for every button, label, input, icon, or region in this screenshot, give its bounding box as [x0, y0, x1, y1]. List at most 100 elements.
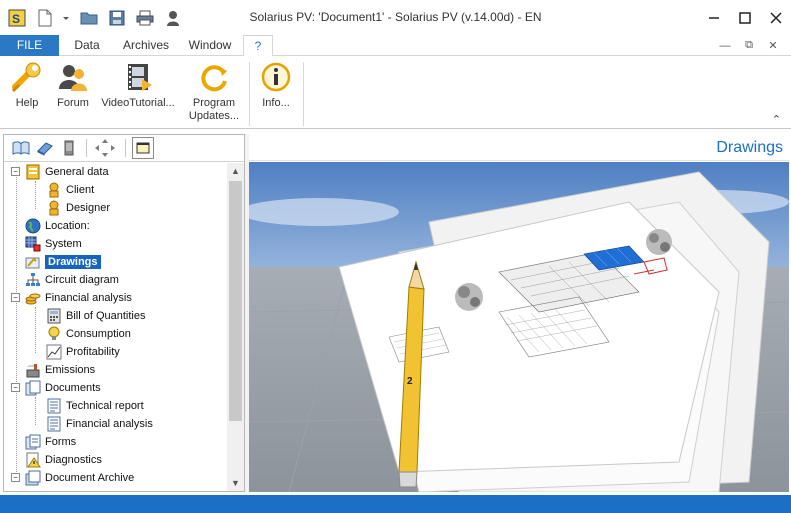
- report-icon: [47, 416, 61, 432]
- warning-icon: [26, 452, 41, 468]
- videotutorial-button[interactable]: VideoTutorial...: [100, 61, 176, 110]
- print-icon[interactable]: [134, 7, 156, 29]
- project-tree: − General data Client Designer Location:…: [4, 163, 228, 491]
- tree-label: Documents: [45, 382, 101, 394]
- svg-text:2: 2: [407, 376, 413, 387]
- program-updates-button[interactable]: Program Updates...: [186, 61, 242, 123]
- updates-line-1: Program: [192, 97, 236, 109]
- content-pane: Drawings 2: [249, 134, 789, 492]
- tree-label: System: [45, 238, 82, 250]
- book-icon[interactable]: [36, 139, 54, 157]
- tree-label: Designer: [66, 202, 111, 214]
- documents-icon: [25, 380, 41, 396]
- mdi-minimize-icon[interactable]: —: [713, 40, 737, 52]
- tree-label: Client: [66, 184, 95, 196]
- collapse-toggle[interactable]: −: [11, 293, 20, 302]
- move-icon[interactable]: [93, 139, 117, 157]
- tree-item-financial-analysis[interactable]: − Financial analysis: [11, 289, 132, 307]
- info-icon: [260, 61, 292, 93]
- tree-connector: [16, 172, 17, 482]
- window-icon[interactable]: [132, 137, 154, 159]
- info-button[interactable]: Info...: [258, 61, 294, 110]
- tree-connector: [35, 307, 36, 353]
- tree-label: Drawings: [45, 255, 101, 269]
- tree-label: Technical report: [66, 400, 144, 412]
- collapse-ribbon-icon[interactable]: ⌃: [772, 113, 781, 126]
- scroll-thumb[interactable]: [229, 181, 242, 421]
- window-controls: [698, 0, 791, 35]
- tree-item-circuit-diagram[interactable]: Circuit diagram: [25, 271, 119, 289]
- collapse-toggle[interactable]: −: [11, 473, 20, 482]
- person-icon: [49, 182, 59, 198]
- refresh-icon: [198, 61, 230, 93]
- title-bar: S Solarius PV: 'Document1' - Solarius PV…: [0, 0, 791, 35]
- tree-label: Emissions: [45, 364, 96, 376]
- quick-access-toolbar: S: [0, 0, 190, 35]
- updates-line-2: Updates...: [188, 110, 240, 122]
- mobile-icon[interactable]: [60, 139, 78, 157]
- close-button[interactable]: [760, 0, 791, 35]
- tab-archives[interactable]: Archives: [116, 35, 176, 56]
- tree-item-emissions[interactable]: Emissions: [25, 361, 95, 379]
- tree-connector: [35, 181, 36, 209]
- panel-title: Drawings: [249, 134, 789, 161]
- tree-item-documents[interactable]: − Documents: [11, 379, 101, 397]
- help-button[interactable]: Help: [10, 61, 44, 110]
- tree-item-designer[interactable]: Designer: [46, 199, 110, 217]
- forms-icon: [25, 434, 41, 450]
- tree-item-diagnostics[interactable]: Diagnostics: [25, 451, 102, 469]
- drawings-icon: [25, 257, 40, 269]
- tree-item-financial-analysis-report[interactable]: Financial analysis: [46, 415, 153, 433]
- mdi-restore-icon[interactable]: ⧉: [737, 39, 761, 52]
- tree-item-profitability[interactable]: Profitability: [46, 343, 120, 361]
- tree-item-forms[interactable]: Forms: [25, 433, 76, 451]
- tree-item-general-data[interactable]: − General data: [11, 163, 109, 181]
- chart-icon: [46, 344, 62, 360]
- globe-icon: [25, 218, 41, 234]
- folder-data-icon: [26, 164, 40, 180]
- tree-item-consumption[interactable]: Consumption: [46, 325, 131, 343]
- dropdown-arrow-icon[interactable]: [62, 7, 70, 29]
- app-icon[interactable]: S: [6, 7, 28, 29]
- users-forum-icon: [57, 61, 89, 93]
- videotutorial-label: VideoTutorial...: [101, 97, 175, 109]
- tree-label: Document Archive: [45, 472, 135, 484]
- open-folder-icon[interactable]: [78, 7, 100, 29]
- wrench-help-icon: [11, 61, 43, 93]
- tree-item-technical-report[interactable]: Technical report: [46, 397, 144, 415]
- save-icon[interactable]: [106, 7, 128, 29]
- forum-button[interactable]: Forum: [54, 61, 92, 110]
- status-bar: [0, 495, 791, 513]
- tree-item-bill-of-quantities[interactable]: Bill of Quantities: [46, 307, 145, 325]
- user-icon[interactable]: [162, 7, 184, 29]
- new-document-icon[interactable]: [34, 7, 56, 29]
- report-icon: [47, 398, 61, 414]
- mdi-close-icon[interactable]: ✕: [761, 39, 785, 52]
- tree-scrollbar[interactable]: ▲ ▼: [227, 163, 244, 491]
- tree-label: Bill of Quantities: [66, 310, 146, 322]
- open-book-icon[interactable]: [12, 139, 30, 157]
- scroll-down-icon[interactable]: ▼: [227, 475, 244, 491]
- tree-item-client[interactable]: Client: [46, 181, 94, 199]
- tab-window[interactable]: Window: [180, 35, 240, 56]
- coins-icon: [25, 293, 41, 305]
- minimize-button[interactable]: [698, 0, 729, 35]
- circuit-icon: [26, 273, 40, 286]
- tree-label: Forms: [45, 436, 77, 448]
- tab-data[interactable]: Data: [62, 35, 112, 56]
- tree-item-system[interactable]: System: [25, 235, 82, 253]
- solar-grid-icon: [25, 236, 41, 252]
- tree-label: Financial analysis: [66, 418, 153, 430]
- tab-help[interactable]: ?: [243, 35, 273, 57]
- tree-item-location[interactable]: Location:: [25, 217, 90, 235]
- tree-label: Diagnostics: [45, 454, 102, 466]
- collapse-toggle[interactable]: −: [11, 167, 20, 176]
- tab-file[interactable]: FILE: [0, 35, 59, 56]
- maximize-button[interactable]: [729, 0, 760, 35]
- collapse-toggle[interactable]: −: [11, 383, 20, 392]
- scroll-up-icon[interactable]: ▲: [227, 163, 244, 179]
- help-label: Help: [15, 97, 39, 109]
- svg-text:S: S: [12, 12, 20, 26]
- tree-item-drawings[interactable]: Drawings: [25, 253, 101, 271]
- tree-item-document-archive[interactable]: − Document Archive: [11, 469, 134, 487]
